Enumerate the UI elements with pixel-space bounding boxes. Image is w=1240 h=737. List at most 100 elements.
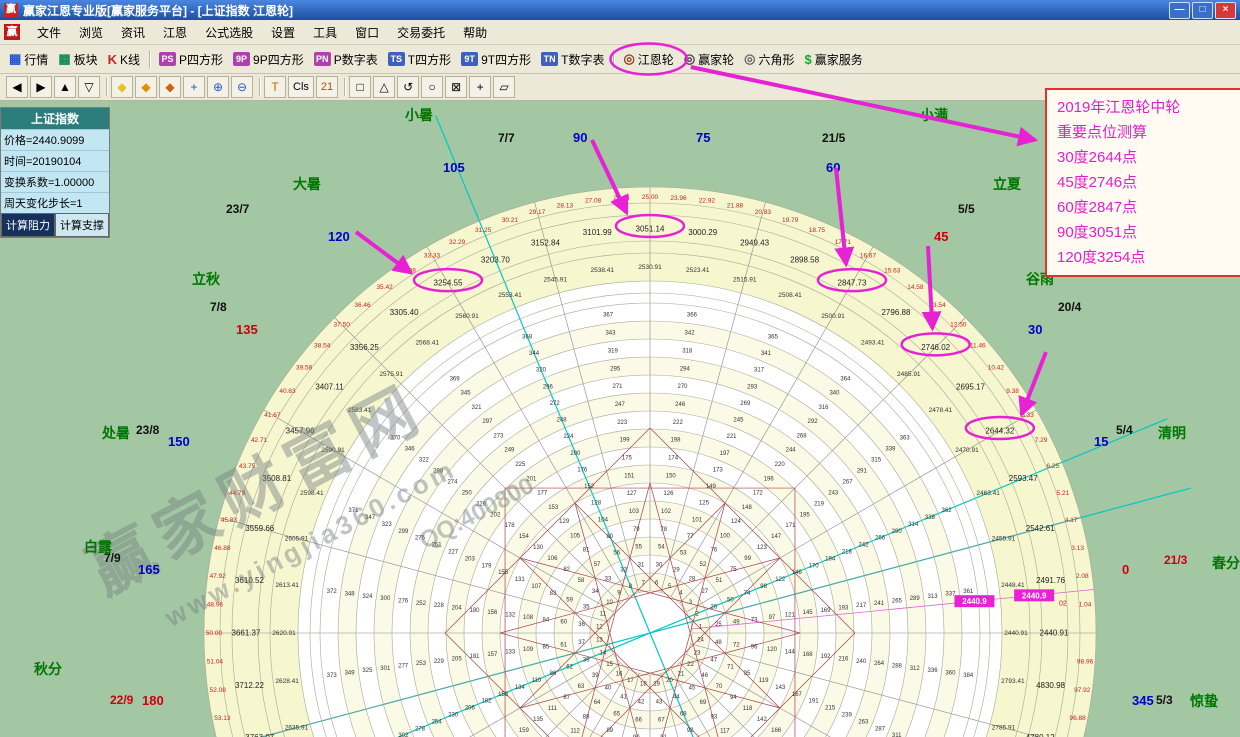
- menu-item-8[interactable]: 交易委托: [388, 23, 454, 43]
- svg-text:3559.66: 3559.66: [245, 524, 274, 533]
- svg-text:2485.91: 2485.91: [897, 371, 921, 378]
- draw-tool-prev[interactable]: ◀: [6, 76, 28, 98]
- svg-text:349: 349: [345, 671, 356, 677]
- draw-tool-diamond-gold[interactable]: ◆: [135, 76, 157, 98]
- svg-text:240: 240: [856, 659, 867, 665]
- svg-text:2493.41: 2493.41: [861, 340, 885, 347]
- svg-text:15.63: 15.63: [884, 267, 901, 274]
- svg-text:47.92: 47.92: [210, 573, 227, 580]
- svg-text:70: 70: [716, 684, 723, 690]
- svg-text:263: 263: [858, 719, 869, 725]
- svg-text:272: 272: [550, 401, 561, 407]
- svg-text:205: 205: [452, 656, 463, 662]
- draw-tool-crosshair-tool[interactable]: +: [469, 76, 491, 98]
- svg-text:151: 151: [624, 473, 635, 479]
- svg-text:206: 206: [465, 706, 476, 712]
- draw-tool-circle-tool[interactable]: ○: [421, 76, 443, 98]
- svg-text:244: 244: [786, 448, 797, 454]
- toolbar-item-hexagon[interactable]: ◎六角形: [739, 48, 799, 71]
- svg-text:119: 119: [759, 678, 769, 684]
- svg-text:45.83: 45.83: [221, 517, 238, 524]
- svg-text:345: 345: [461, 391, 472, 397]
- svg-text:150: 150: [666, 473, 677, 479]
- draw-tool-zoom-in[interactable]: ⊕: [207, 76, 229, 98]
- draw-tool-rotate-tool[interactable]: ↺: [397, 76, 419, 98]
- toolbar-item-winner-wheel[interactable]: ◎赢家轮: [679, 48, 739, 71]
- maximize-button[interactable]: □: [1192, 2, 1213, 19]
- draw-tool-diamond-orange[interactable]: ◆: [159, 76, 181, 98]
- svg-text:300: 300: [380, 596, 391, 602]
- minimize-button[interactable]: —: [1169, 2, 1190, 19]
- svg-text:17: 17: [627, 678, 634, 684]
- svg-text:298: 298: [433, 468, 444, 474]
- svg-text:44.79: 44.79: [229, 490, 246, 497]
- draw-tool-zoom-out[interactable]: ⊖: [231, 76, 253, 98]
- toolbar-item-gann-wheel[interactable]: ◎江恩轮: [618, 48, 678, 71]
- svg-text:217: 217: [856, 603, 867, 609]
- menu-item-4[interactable]: 公式选股: [196, 23, 262, 43]
- svg-text:266: 266: [875, 536, 886, 542]
- svg-text:41.67: 41.67: [264, 412, 281, 419]
- price-row: 价格=2440.9099: [1, 129, 109, 150]
- close-button[interactable]: ×: [1215, 2, 1236, 19]
- toolbar-item-sectors[interactable]: ▩板块: [53, 48, 102, 71]
- menu-item-5[interactable]: 设置: [262, 23, 304, 43]
- menu-item-9[interactable]: 帮助: [454, 23, 496, 43]
- svg-text:15: 15: [606, 662, 613, 668]
- calc-support-button[interactable]: 计算支撑: [55, 213, 109, 237]
- svg-text:33.33: 33.33: [424, 252, 441, 259]
- menu-item-3[interactable]: 江恩: [154, 23, 196, 43]
- draw-tool-diamond-yellow[interactable]: ◆: [111, 76, 133, 98]
- draw-tool-next[interactable]: ▶: [30, 76, 52, 98]
- toolbar-item-p-number-table[interactable]: PNP数字表: [309, 48, 383, 71]
- draw-tool-pointer-up[interactable]: ▲: [54, 76, 76, 98]
- svg-text:25: 25: [715, 622, 722, 628]
- draw-tool-clear[interactable]: Cls: [288, 76, 314, 98]
- p-square-icon: PS: [159, 52, 176, 66]
- svg-text:50.00: 50.00: [206, 630, 223, 637]
- toolbar-item-label: 赢家服务: [815, 51, 863, 68]
- toolbar-item-winner-service[interactable]: $赢家服务: [800, 48, 868, 71]
- svg-text:220: 220: [775, 462, 786, 468]
- svg-text:346: 346: [405, 447, 416, 453]
- svg-text:133: 133: [505, 649, 516, 655]
- svg-text:10.42: 10.42: [988, 365, 1005, 372]
- svg-text:26: 26: [710, 605, 717, 611]
- toolbar-item-t-square[interactable]: TST四方形: [383, 48, 456, 71]
- toolbar-item-9p-square[interactable]: 9P9P四方形: [228, 48, 309, 71]
- draw-tool-triangle-tool[interactable]: △: [373, 76, 395, 98]
- draw-tool-polygon-tool[interactable]: ▱: [493, 76, 515, 98]
- menu-item-7[interactable]: 窗口: [346, 23, 388, 43]
- toolbar-item-t-number-table[interactable]: TNT数字表: [536, 48, 609, 71]
- calc-resistance-button[interactable]: 计算阻力: [1, 213, 55, 237]
- toolbar-item-p-square[interactable]: PSP四方形: [154, 48, 228, 71]
- menu-item-0[interactable]: 文件: [28, 23, 70, 43]
- svg-text:159: 159: [519, 728, 530, 734]
- svg-text:3305.40: 3305.40: [390, 308, 419, 317]
- menu-item-6[interactable]: 工具: [304, 23, 346, 43]
- draw-tool-delete-tool[interactable]: ⊠: [445, 76, 467, 98]
- svg-text:121: 121: [785, 613, 796, 619]
- toolbar-item-kline[interactable]: KK线: [103, 48, 145, 71]
- toolbar-item-9t-square[interactable]: 9T9T四方形: [456, 48, 536, 71]
- draw-tool-rect-tool[interactable]: □: [349, 76, 371, 98]
- svg-text:155: 155: [498, 570, 509, 576]
- svg-text:37.50: 37.50: [334, 322, 351, 329]
- svg-text:11.46: 11.46: [970, 343, 986, 350]
- svg-text:173: 173: [713, 467, 724, 473]
- toolbar-item-quotes[interactable]: ▦行情: [4, 48, 53, 71]
- draw-tool-measure[interactable]: T: [264, 76, 286, 98]
- draw-tool-calendar[interactable]: 21: [316, 76, 338, 98]
- svg-text:106: 106: [547, 556, 558, 562]
- svg-text:103: 103: [629, 509, 640, 515]
- menu-item-1[interactable]: 浏览: [70, 23, 112, 43]
- draw-tool-filter[interactable]: ▽: [78, 76, 100, 98]
- svg-text:19.79: 19.79: [782, 217, 799, 224]
- svg-text:38: 38: [583, 657, 590, 663]
- svg-text:2593.47: 2593.47: [1009, 474, 1038, 483]
- svg-text:36: 36: [578, 622, 585, 628]
- svg-text:3610.52: 3610.52: [235, 576, 264, 585]
- menu-item-2[interactable]: 资讯: [112, 23, 154, 43]
- svg-text:18.75: 18.75: [809, 227, 826, 234]
- draw-tool-cross-marker[interactable]: +: [183, 76, 205, 98]
